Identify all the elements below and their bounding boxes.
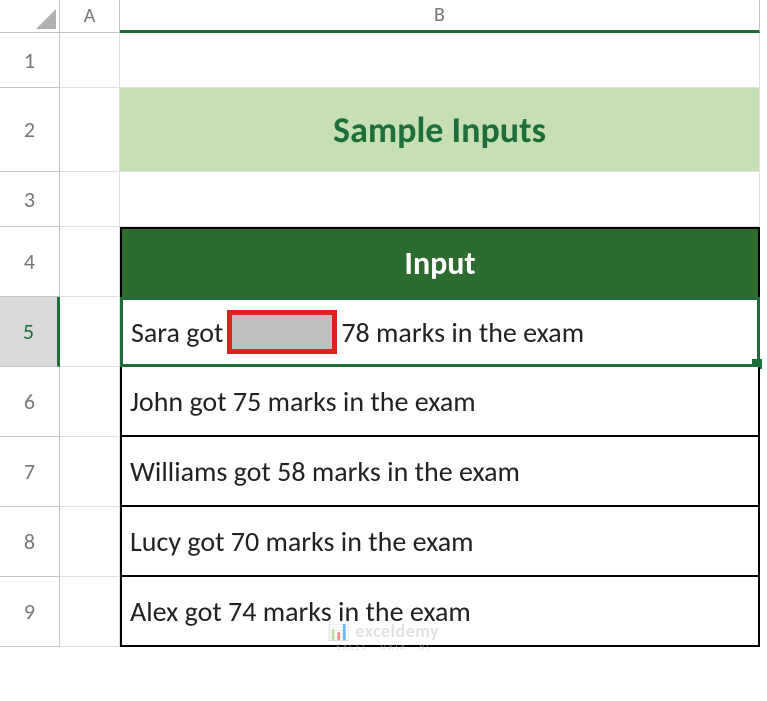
row-header-1[interactable]: 1	[0, 33, 60, 88]
cell-a2[interactable]	[60, 88, 120, 172]
column-header-b[interactable]: B	[120, 0, 760, 33]
cell-a8[interactable]	[60, 507, 120, 577]
row-header-3[interactable]: 3	[0, 172, 60, 227]
highlighted-blank-region	[227, 310, 337, 354]
cell-b1[interactable]	[120, 33, 760, 88]
row-header-7[interactable]: 7	[0, 437, 60, 507]
cell-a4[interactable]	[60, 227, 120, 297]
row-header-6[interactable]: 6	[0, 367, 60, 437]
row-header-5[interactable]: 5	[0, 297, 60, 367]
cell-b7[interactable]: Williams got 58 marks in the exam	[120, 437, 760, 507]
row-header-8[interactable]: 8	[0, 507, 60, 577]
cell-a1[interactable]	[60, 33, 120, 88]
row-header-2[interactable]: 2	[0, 88, 60, 172]
cell-text-right: 78 marks in the exam	[341, 315, 584, 350]
row-header-9[interactable]: 9	[0, 577, 60, 647]
select-all-corner[interactable]	[0, 0, 60, 33]
cell-b5-selected[interactable]: Sara got 78 marks in the exam	[120, 297, 760, 367]
cell-b3[interactable]	[120, 172, 760, 227]
cell-a9[interactable]	[60, 577, 120, 647]
cell-a6[interactable]	[60, 367, 120, 437]
cell-a3[interactable]	[60, 172, 120, 227]
row-header-4[interactable]: 4	[0, 227, 60, 297]
cell-b9[interactable]: Alex got 74 marks in the exam	[120, 577, 760, 647]
table-header-cell[interactable]: Input	[120, 227, 760, 297]
cell-b6[interactable]: John got 75 marks in the exam	[120, 367, 760, 437]
column-header-a[interactable]: A	[60, 0, 120, 33]
cell-a7[interactable]	[60, 437, 120, 507]
cell-text-left: Sara got	[131, 315, 223, 350]
cell-b8[interactable]: Lucy got 70 marks in the exam	[120, 507, 760, 577]
cell-a5[interactable]	[60, 297, 120, 367]
title-cell[interactable]: Sample Inputs	[120, 88, 760, 172]
spreadsheet-grid: A B 1 2 Sample Inputs 3 4 Input 5 Sara g…	[0, 0, 767, 647]
